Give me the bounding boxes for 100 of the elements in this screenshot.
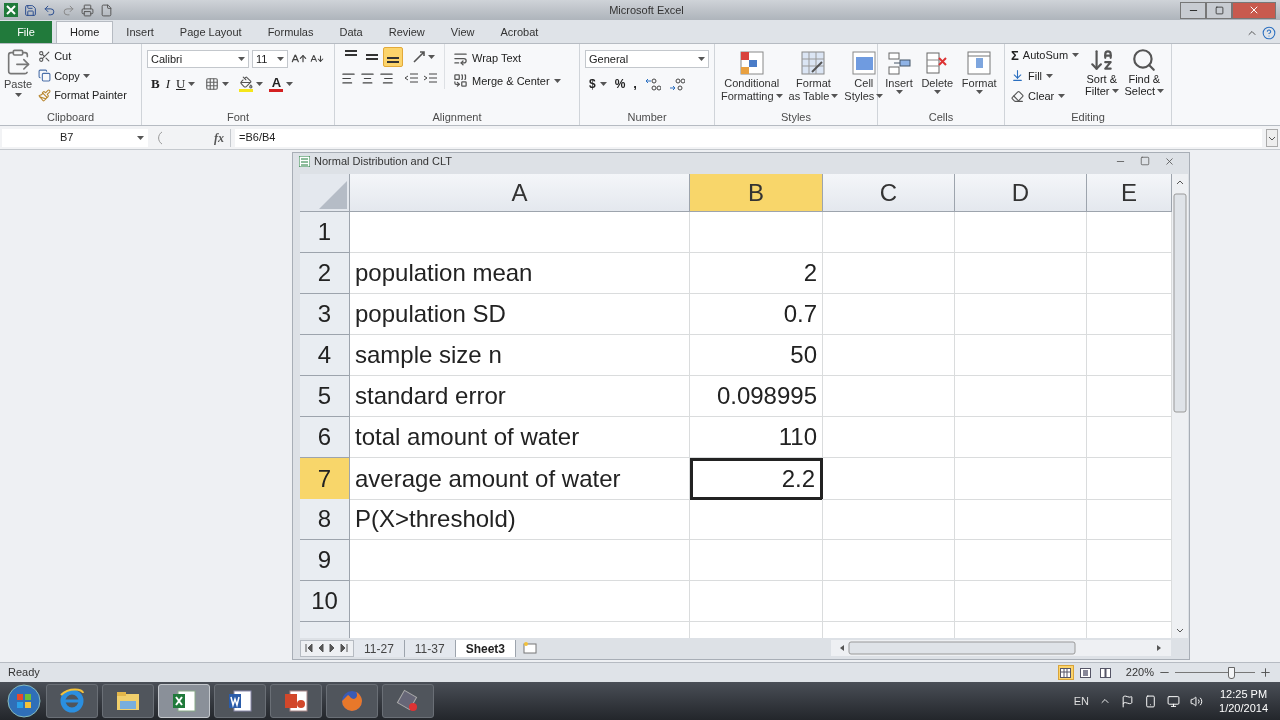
sort-filter-button[interactable]: Sort & Filter — [1085, 47, 1119, 105]
sheet-navigation-icon[interactable] — [305, 643, 349, 653]
table-cell[interactable] — [955, 540, 1087, 581]
align-right-icon[interactable] — [379, 71, 394, 86]
table-cell[interactable] — [690, 212, 823, 253]
row-header[interactable]: 5 — [300, 376, 350, 417]
table-cell[interactable]: 0.7 — [690, 294, 823, 335]
italic-button[interactable]: I — [165, 74, 170, 94]
file-tab[interactable]: File — [0, 21, 52, 43]
clock[interactable]: 12:25 PM 1/20/2014 — [1213, 687, 1274, 715]
format-painter-button[interactable]: Format Painter — [38, 87, 127, 104]
table-cell[interactable]: 2.2 — [690, 458, 823, 500]
increase-indent-icon[interactable] — [423, 71, 438, 86]
redo-icon[interactable] — [62, 3, 75, 17]
table-cell[interactable] — [823, 335, 955, 376]
font-size-field[interactable]: 11 — [252, 50, 288, 68]
table-cell[interactable] — [823, 376, 955, 417]
column-header[interactable]: A — [350, 174, 690, 212]
cut-button[interactable]: Cut — [38, 48, 127, 65]
merge-center-button[interactable]: Merge & Center — [453, 72, 561, 89]
align-button[interactable] — [383, 47, 403, 67]
table-cell[interactable] — [955, 458, 1087, 500]
sheet-tab[interactable]: 11-27 — [354, 639, 405, 657]
start-button[interactable] — [6, 683, 42, 719]
table-cell[interactable] — [690, 540, 823, 581]
ribbon-tab[interactable]: Home — [56, 21, 114, 43]
device-icon[interactable] — [1144, 694, 1158, 708]
minimize-button[interactable] — [1180, 1, 1206, 19]
printer-icon[interactable] — [81, 3, 94, 17]
row-header[interactable]: 2 — [300, 253, 350, 294]
font-name-field[interactable]: Calibri — [147, 50, 249, 68]
table-cell[interactable]: population mean — [350, 253, 690, 294]
restore-button[interactable] — [1206, 1, 1232, 19]
table-cell[interactable]: population SD — [350, 294, 690, 335]
decrease-decimal-icon[interactable] — [669, 77, 685, 91]
number-format-field[interactable]: General — [585, 50, 709, 68]
table-cell[interactable] — [690, 499, 823, 540]
view-button[interactable] — [1077, 665, 1094, 680]
fill-button[interactable]: Fill — [1011, 67, 1080, 84]
taskbar-button[interactable] — [102, 684, 154, 718]
view-button[interactable] — [1097, 665, 1114, 680]
new-file-icon[interactable] — [100, 3, 113, 17]
ribbon-tab[interactable]: Review — [375, 21, 438, 43]
formula-field[interactable]: =B6/B4 — [235, 128, 1262, 147]
bold-button[interactable]: B — [151, 74, 160, 94]
comma-button[interactable]: , — [633, 79, 637, 89]
flag-icon[interactable] — [1121, 694, 1135, 708]
table-cell[interactable] — [350, 581, 690, 622]
autosum-button[interactable]: Σ AutoSum — [1011, 47, 1080, 64]
table-cell[interactable]: 50 — [690, 335, 823, 376]
decrease-indent-icon[interactable] — [404, 71, 419, 86]
table-cell[interactable] — [955, 376, 1087, 417]
table-cell[interactable]: total amount of water — [350, 417, 690, 458]
ribbon-button[interactable]: Format as Table — [785, 48, 842, 102]
table-cell[interactable] — [955, 335, 1087, 376]
ribbon-button[interactable]: Delete — [918, 48, 957, 94]
taskbar-button[interactable] — [270, 684, 322, 718]
ribbon-tab[interactable]: View — [437, 21, 488, 43]
horizontal-scrollbar[interactable] — [831, 640, 1171, 656]
underline-button[interactable]: U — [176, 74, 196, 94]
ribbon-button[interactable]: Conditional Formatting — [718, 48, 786, 102]
sheet-tab[interactable]: Sheet3 — [455, 639, 516, 657]
table-cell[interactable] — [955, 212, 1087, 253]
table-cell[interactable]: P(X>threshold) — [350, 499, 690, 540]
taskbar-button[interactable] — [46, 684, 98, 718]
ribbon-tab[interactable]: Formulas — [254, 21, 327, 43]
help-icon[interactable] — [1262, 26, 1276, 40]
font-color-button[interactable]: A — [269, 75, 294, 92]
select-all-corner[interactable] — [300, 174, 350, 212]
clear-button[interactable]: Clear — [1011, 88, 1080, 105]
table-cell[interactable] — [823, 417, 955, 458]
spreadsheet-app-icon[interactable] — [4, 3, 18, 17]
table-cell[interactable] — [955, 294, 1087, 335]
table-cell[interactable] — [823, 253, 955, 294]
column-header[interactable]: E — [1087, 174, 1172, 212]
table-cell[interactable] — [690, 581, 823, 622]
table-cell[interactable] — [350, 212, 690, 253]
percent-button[interactable]: % — [614, 75, 626, 93]
align-left-icon[interactable] — [341, 71, 356, 86]
row-header[interactable]: 8 — [300, 499, 350, 540]
find-select-button[interactable]: Find & Select — [1124, 47, 1165, 105]
orientation-button[interactable] — [412, 50, 435, 64]
taskbar-button[interactable] — [214, 684, 266, 718]
undo-icon[interactable] — [43, 3, 56, 17]
zoom-in-icon[interactable] — [1259, 666, 1272, 679]
row-header[interactable]: 3 — [300, 294, 350, 335]
close-icon[interactable] — [1164, 156, 1175, 167]
copy-button[interactable]: Copy — [38, 67, 127, 84]
fill-color-button[interactable] — [239, 75, 264, 92]
increase-decimal-icon[interactable] — [645, 77, 661, 91]
table-cell[interactable]: 110 — [690, 417, 823, 458]
new-sheet-icon[interactable] — [520, 641, 540, 655]
table-cell[interactable] — [955, 417, 1087, 458]
table-cell[interactable] — [350, 540, 690, 581]
ribbon-tab[interactable]: Insert — [113, 21, 167, 43]
borders-button[interactable] — [205, 76, 230, 91]
table-cell[interactable]: 2 — [690, 253, 823, 294]
save-icon[interactable] — [24, 3, 37, 17]
taskbar-button[interactable] — [158, 684, 210, 718]
network-icon[interactable] — [1167, 694, 1181, 708]
